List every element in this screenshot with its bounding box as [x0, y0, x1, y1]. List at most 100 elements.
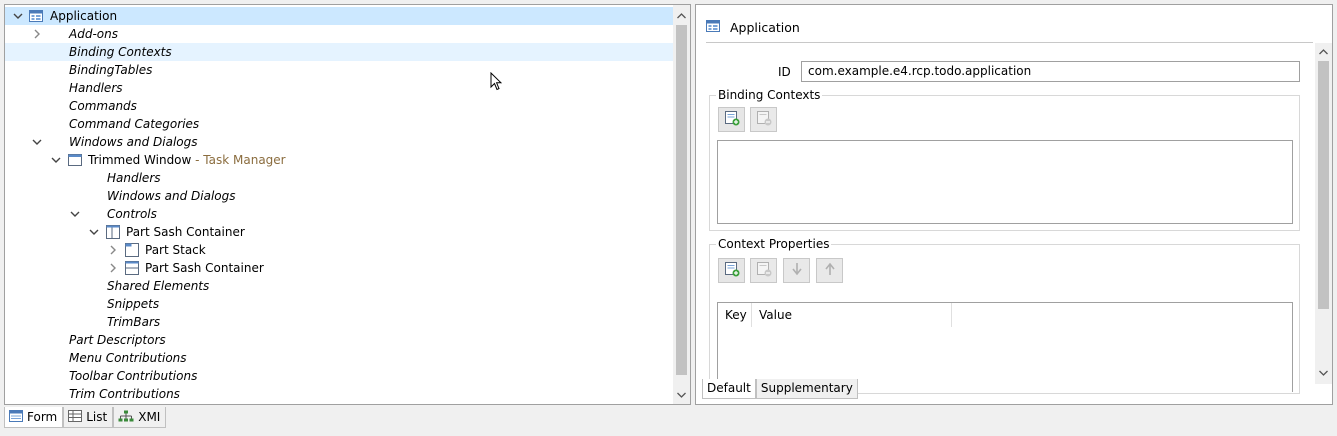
- tree-row-trimbars[interactable]: TrimBars: [5, 313, 674, 331]
- tree-row-label: TrimBars: [107, 315, 161, 329]
- tree-row-trimmed-window[interactable]: Trimmed Window - Task Manager: [5, 151, 674, 169]
- arrow-down-icon: [791, 261, 803, 280]
- add-binding-context-button[interactable]: [718, 107, 745, 132]
- tree-row-label: Commands: [69, 99, 137, 113]
- group-title: Binding Contexts: [716, 87, 823, 103]
- tree-row-application[interactable]: Application: [5, 7, 674, 25]
- tab-supplementary[interactable]: Supplementary: [755, 379, 858, 399]
- scroll-down-arrow-icon[interactable]: [673, 386, 690, 403]
- tree-row-windows-and-dialogs[interactable]: Windows and Dialogs: [5, 133, 674, 151]
- tree-row-shared-elements[interactable]: Shared Elements: [5, 277, 674, 295]
- tree-row-binding-contexts[interactable]: Binding Contexts: [5, 43, 674, 61]
- move-down-button[interactable]: [783, 258, 810, 283]
- tree-row-part-stack[interactable]: Part Stack: [5, 241, 674, 259]
- tab-xmi[interactable]: XMI: [113, 407, 167, 428]
- form-title: Application: [730, 19, 800, 35]
- column-header-key[interactable]: Key: [718, 303, 752, 327]
- tree-row-label: Application: [50, 9, 118, 23]
- tree-row-handlers[interactable]: Handlers: [5, 79, 674, 97]
- add-item-icon: [724, 261, 740, 280]
- tree-row-label: Snippets: [107, 297, 160, 311]
- form-header: Application: [706, 17, 800, 37]
- part-stack-icon: [125, 243, 139, 257]
- tree-row-label: Part Stack: [145, 243, 206, 257]
- tree-row-label: Trim Contributions: [69, 387, 180, 401]
- chevron-down-icon[interactable]: [11, 7, 25, 25]
- tab-list[interactable]: List: [63, 407, 114, 428]
- tree-row-controls[interactable]: Controls: [5, 205, 674, 223]
- tab-label: XMI: [138, 410, 161, 424]
- tree-row-suffix: - Task Manager: [191, 153, 286, 167]
- editor-mode-tabs: Form List XMI: [4, 407, 167, 429]
- chevron-down-icon[interactable]: [68, 205, 82, 223]
- tree-row-window-windows-and-dialogs[interactable]: Windows and Dialogs: [5, 187, 674, 205]
- tab-label: List: [86, 410, 108, 424]
- tab-form[interactable]: Form: [4, 407, 64, 428]
- remove-binding-context-button[interactable]: [750, 107, 777, 132]
- model-tree-pane: Application Add-ons Binding Contexts Bin…: [4, 4, 691, 405]
- form-icon: [9, 409, 23, 425]
- column-header-value[interactable]: Value: [752, 303, 952, 327]
- add-context-property-button[interactable]: [718, 258, 745, 283]
- scroll-down-arrow-icon[interactable]: [1315, 364, 1332, 381]
- chevron-right-icon[interactable]: [30, 25, 44, 43]
- add-item-icon: [724, 110, 740, 129]
- tree-icon: [118, 410, 134, 425]
- tab-default[interactable]: Default: [702, 379, 756, 399]
- tree-row-window-handlers[interactable]: Handlers: [5, 169, 674, 187]
- application-icon: [29, 9, 43, 23]
- tree-vertical-scrollbar[interactable]: [673, 5, 690, 404]
- mouse-pointer-icon: [490, 71, 503, 94]
- chevron-down-icon[interactable]: [30, 133, 44, 151]
- id-field[interactable]: com.example.e4.rcp.todo.application: [801, 61, 1300, 82]
- scroll-up-arrow-icon[interactable]: [673, 7, 690, 24]
- tree-row-label: Handlers: [69, 81, 123, 95]
- header-divider: [706, 42, 1313, 43]
- sash-horizontal-icon: [125, 261, 139, 275]
- scrollbar-thumb[interactable]: [676, 25, 687, 375]
- form-page-tabs: Default Supplementary: [702, 379, 858, 399]
- tree-row-label: Add-ons: [69, 27, 118, 41]
- scroll-up-arrow-icon[interactable]: [1315, 43, 1332, 60]
- chevron-right-icon[interactable]: [106, 241, 120, 259]
- chevron-down-icon[interactable]: [49, 151, 63, 169]
- tree-row-part-sash-container-2[interactable]: Part Sash Container: [5, 259, 674, 277]
- tree-row-label: Windows and Dialogs: [69, 135, 198, 149]
- chevron-right-icon[interactable]: [106, 259, 120, 277]
- e4-model-editor: Application Add-ons Binding Contexts Bin…: [0, 0, 1337, 436]
- sash-vertical-icon: [106, 225, 120, 239]
- tree-row-binding-tables[interactable]: BindingTables: [5, 61, 674, 79]
- tree-row-label: Command Categories: [69, 117, 200, 131]
- tree-row-label: Controls: [107, 207, 157, 221]
- tree-row-label: Binding Contexts: [69, 45, 172, 59]
- arrow-up-icon: [824, 261, 836, 280]
- form-vertical-scrollbar[interactable]: [1315, 43, 1332, 384]
- tree-row-label: Toolbar Contributions: [69, 369, 198, 383]
- tree-row-trim-contributions[interactable]: Trim Contributions: [5, 385, 674, 403]
- model-tree: Application Add-ons Binding Contexts Bin…: [5, 5, 674, 404]
- remove-item-icon: [756, 110, 772, 129]
- binding-contexts-list[interactable]: [717, 140, 1293, 224]
- tree-row-part-descriptors[interactable]: Part Descriptors: [5, 331, 674, 349]
- tree-row-label: Part Sash Container: [126, 225, 245, 239]
- tree-row-toolbar-contributions[interactable]: Toolbar Contributions: [5, 367, 674, 385]
- tree-row-label: Part Descriptors: [69, 333, 166, 347]
- tree-row-addons[interactable]: Add-ons: [5, 25, 674, 43]
- remove-context-property-button[interactable]: [750, 258, 777, 283]
- tree-row-label: Part Sash Container: [145, 261, 264, 275]
- move-up-button[interactable]: [816, 258, 843, 283]
- tree-row-commands[interactable]: Commands: [5, 97, 674, 115]
- tree-row-label: Menu Contributions: [69, 351, 187, 365]
- tab-label: Form: [27, 410, 58, 424]
- tree-row-command-categories[interactable]: Command Categories: [5, 115, 674, 133]
- tree-row-menu-contributions[interactable]: Menu Contributions: [5, 349, 674, 367]
- tree-row-label-wrap: Trimmed Window - Task Manager: [88, 151, 286, 169]
- id-label: ID: [778, 65, 791, 79]
- scrollbar-thumb[interactable]: [1318, 61, 1329, 309]
- tree-row-part-sash-container[interactable]: Part Sash Container: [5, 223, 674, 241]
- chevron-down-icon[interactable]: [87, 223, 101, 241]
- tree-row-snippets[interactable]: Snippets: [5, 295, 674, 313]
- group-title: Context Properties: [716, 236, 832, 252]
- application-icon: [706, 19, 720, 36]
- tree-row-label: Handlers: [107, 171, 161, 185]
